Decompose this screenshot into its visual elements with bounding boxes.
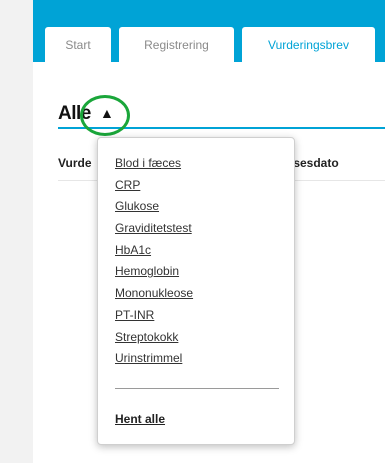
dropdown-item-urinstrimmel[interactable]: Urinstrimmel bbox=[115, 351, 193, 373]
dropdown-list: Blod i fæces CRP Glukose Graviditetstest… bbox=[115, 156, 193, 373]
dropdown-item-glukose[interactable]: Glukose bbox=[115, 199, 193, 221]
tab-start[interactable]: Start bbox=[45, 27, 111, 62]
dropdown-item-graviditetstest[interactable]: Graviditetstest bbox=[115, 221, 193, 243]
column-header-date[interactable]: lsesdato bbox=[290, 156, 339, 170]
dropdown-item-hemoglobin[interactable]: Hemoglobin bbox=[115, 264, 193, 286]
dropdown-item-blod-i-faeces[interactable]: Blod i fæces bbox=[115, 156, 193, 178]
dropdown-item-streptokokk[interactable]: Streptokokk bbox=[115, 330, 193, 352]
left-gutter bbox=[0, 0, 33, 463]
dropdown-item-hba1c[interactable]: HbA1c bbox=[115, 243, 193, 265]
tab-registrering[interactable]: Registrering bbox=[119, 27, 234, 62]
dropdown-item-crp[interactable]: CRP bbox=[115, 178, 193, 200]
dropdown-item-mononukleose[interactable]: Mononukleose bbox=[115, 286, 193, 308]
tab-vurderingsbrev[interactable]: Vurderingsbrev bbox=[242, 27, 375, 64]
filter-selected-label: Alle bbox=[58, 103, 91, 124]
dropdown-item-pt-inr[interactable]: PT-INR bbox=[115, 308, 193, 330]
title-underline bbox=[58, 127, 385, 129]
dropdown-fetch-all-link[interactable]: Hent alle bbox=[115, 412, 165, 426]
column-header-vurdering[interactable]: Vurde bbox=[58, 156, 98, 170]
filter-dropdown-menu: Blod i fæces CRP Glukose Graviditetstest… bbox=[97, 137, 295, 445]
caret-up-icon[interactable]: ▲ bbox=[100, 105, 114, 121]
dropdown-separator bbox=[115, 388, 279, 389]
